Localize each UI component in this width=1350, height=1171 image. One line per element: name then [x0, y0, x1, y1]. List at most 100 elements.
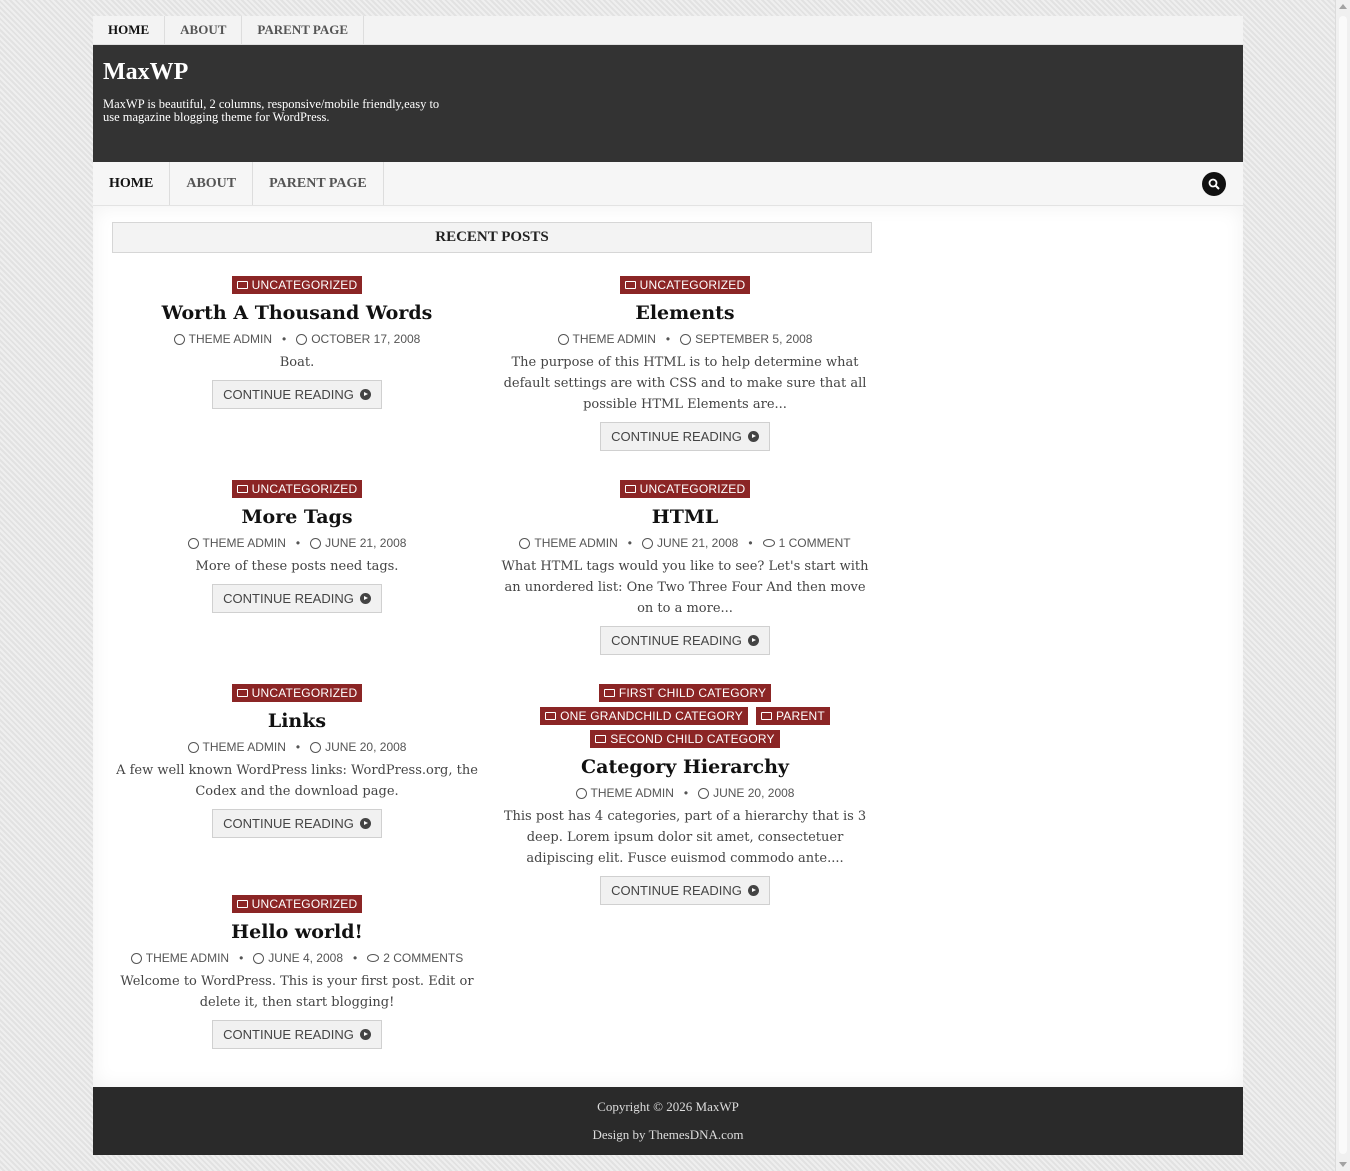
post-title[interactable]: Links: [112, 710, 482, 732]
arrow-circle-icon: [359, 818, 371, 829]
post-date[interactable]: SEPTEMBER 5, 2008: [695, 332, 812, 346]
site-header: MaxWP MaxWP is beautiful, 2 columns, res…: [93, 45, 1243, 162]
post-date[interactable]: OCTOBER 17, 2008: [311, 332, 420, 346]
post-title[interactable]: Elements: [500, 302, 870, 324]
folder-icon: [760, 712, 772, 720]
recent-posts-heading: RECENT POSTS: [112, 222, 872, 253]
post-date[interactable]: JUNE 20, 2008: [325, 740, 406, 754]
post-meta: THEME ADMIN • SEPTEMBER 5, 2008: [500, 332, 870, 346]
continue-reading-button[interactable]: CONTINUE READING: [600, 876, 770, 905]
user-icon: [173, 333, 185, 345]
page-wrapper: HOME ABOUT PARENT PAGE MaxWP MaxWP is be…: [93, 16, 1243, 1155]
main-nav-about[interactable]: ABOUT: [170, 162, 254, 205]
post-categories: UNCATEGORIZED: [112, 895, 482, 913]
post-author[interactable]: THEME ADMIN: [146, 951, 229, 965]
post-date[interactable]: JUNE 21, 2008: [325, 536, 406, 550]
post-author[interactable]: THEME ADMIN: [573, 332, 656, 346]
continue-reading-button[interactable]: CONTINUE READING: [600, 422, 770, 451]
post-comments[interactable]: 1 COMMENT: [779, 536, 851, 550]
post-author[interactable]: THEME ADMIN: [591, 786, 674, 800]
category-badge[interactable]: UNCATEGORIZED: [231, 895, 363, 913]
category-badge[interactable]: UNCATEGORIZED: [231, 480, 363, 498]
folder-icon: [595, 735, 607, 743]
top-nav-about[interactable]: ABOUT: [165, 16, 243, 44]
post-title[interactable]: HTML: [500, 506, 870, 528]
post-card: UNCATEGORIZED Worth A Thousand Words THE…: [112, 276, 482, 409]
post-excerpt: Welcome to WordPress. This is your first…: [120, 974, 474, 1010]
clock-icon: [698, 787, 710, 799]
post-title[interactable]: Hello world!: [112, 921, 482, 943]
clock-icon: [296, 333, 308, 345]
site-description: MaxWP is beautiful, 2 columns, responsiv…: [103, 97, 440, 124]
category-badge[interactable]: FIRST CHILD CATEGORY: [598, 684, 772, 702]
user-icon: [519, 537, 531, 549]
meta-separator: •: [683, 786, 689, 800]
scroll-up-icon[interactable]: [1339, 4, 1347, 9]
main-nav-home[interactable]: HOME: [93, 162, 171, 205]
folder-icon: [624, 281, 636, 289]
post-categories: UNCATEGORIZED: [500, 480, 870, 498]
post-meta: THEME ADMIN • JUNE 4, 2008 • 2 COMMENTS: [112, 951, 482, 965]
meta-separator: •: [665, 332, 671, 346]
post-excerpt: A few well known WordPress links: WordPr…: [116, 763, 478, 799]
site-footer: Copyright © 2026 MaxWP Design by ThemesD…: [93, 1087, 1243, 1155]
continue-reading-button[interactable]: CONTINUE READING: [600, 626, 770, 655]
meta-separator: •: [748, 536, 753, 550]
post-title[interactable]: More Tags: [112, 506, 482, 528]
category-badge[interactable]: UNCATEGORIZED: [231, 684, 363, 702]
post-excerpt: What HTML tags would you like to see? Le…: [501, 559, 869, 616]
copyright-text: Copyright © 2026 MaxWP: [597, 1099, 739, 1114]
main-nav-parent-page[interactable]: PARENT PAGE: [253, 162, 384, 205]
category-badge[interactable]: UNCATEGORIZED: [619, 480, 751, 498]
main-navigation: HOME ABOUT PARENT PAGE: [93, 162, 1243, 206]
folder-icon: [624, 485, 636, 493]
top-nav-parent-page[interactable]: PARENT PAGE: [242, 16, 365, 44]
folder-icon: [236, 281, 248, 289]
post-author[interactable]: THEME ADMIN: [203, 740, 286, 754]
comment-icon: [367, 954, 380, 962]
category-badge[interactable]: PARENT: [755, 707, 830, 725]
post-meta: THEME ADMIN • JUNE 21, 2008 • 1 COMMENT: [500, 536, 870, 550]
post-title[interactable]: Category Hierarchy: [500, 756, 870, 778]
post-meta: THEME ADMIN • OCTOBER 17, 2008: [112, 332, 482, 346]
continue-reading-button[interactable]: CONTINUE READING: [212, 1020, 382, 1049]
continue-reading-button[interactable]: CONTINUE READING: [212, 584, 382, 613]
category-badge[interactable]: ONE GRANDCHILD CATEGORY: [540, 707, 748, 725]
post-date[interactable]: JUNE 20, 2008: [713, 786, 794, 800]
post-card: UNCATEGORIZED Hello world! THEME ADMIN •…: [112, 895, 482, 1049]
folder-icon: [236, 689, 248, 697]
user-icon: [130, 952, 142, 964]
design-credit-link[interactable]: Design by ThemesDNA.com: [93, 1127, 1243, 1143]
search-icon: [1208, 178, 1220, 190]
post-author[interactable]: THEME ADMIN: [189, 332, 272, 346]
category-badge[interactable]: SECOND CHILD CATEGORY: [590, 730, 780, 748]
category-badge[interactable]: UNCATEGORIZED: [619, 276, 751, 294]
arrow-circle-icon: [747, 431, 759, 442]
scrollbar[interactable]: [1335, 0, 1350, 1171]
post-date[interactable]: JUNE 21, 2008: [657, 536, 738, 550]
folder-icon: [236, 900, 248, 908]
folder-icon: [603, 689, 615, 697]
top-nav-home[interactable]: HOME: [93, 16, 166, 44]
post-excerpt: More of these posts need tags.: [195, 559, 399, 574]
category-badge[interactable]: UNCATEGORIZED: [231, 276, 363, 294]
site-title[interactable]: MaxWP: [103, 59, 1233, 86]
continue-reading-button[interactable]: CONTINUE READING: [212, 809, 382, 838]
arrow-circle-icon: [359, 389, 371, 400]
arrow-circle-icon: [359, 1029, 371, 1040]
main-content: RECENT POSTS UNCATEGORIZED Worth A Thous…: [93, 206, 1243, 1087]
search-button[interactable]: [1202, 172, 1226, 196]
continue-reading-button[interactable]: CONTINUE READING: [212, 380, 382, 409]
post-author[interactable]: THEME ADMIN: [203, 536, 286, 550]
scroll-thumb[interactable]: [1339, 16, 1347, 1154]
post-comments[interactable]: 2 COMMENTS: [383, 951, 463, 965]
post-author[interactable]: THEME ADMIN: [534, 536, 617, 550]
clock-icon: [253, 952, 265, 964]
post-card: UNCATEGORIZED HTML THEME ADMIN • JUNE 21…: [500, 480, 870, 655]
top-navigation: HOME ABOUT PARENT PAGE: [93, 16, 1243, 45]
post-date[interactable]: JUNE 4, 2008: [268, 951, 343, 965]
scroll-down-icon[interactable]: [1339, 1162, 1347, 1167]
post-categories: UNCATEGORIZED: [112, 276, 482, 294]
user-icon: [575, 787, 587, 799]
post-title[interactable]: Worth A Thousand Words: [112, 302, 482, 324]
